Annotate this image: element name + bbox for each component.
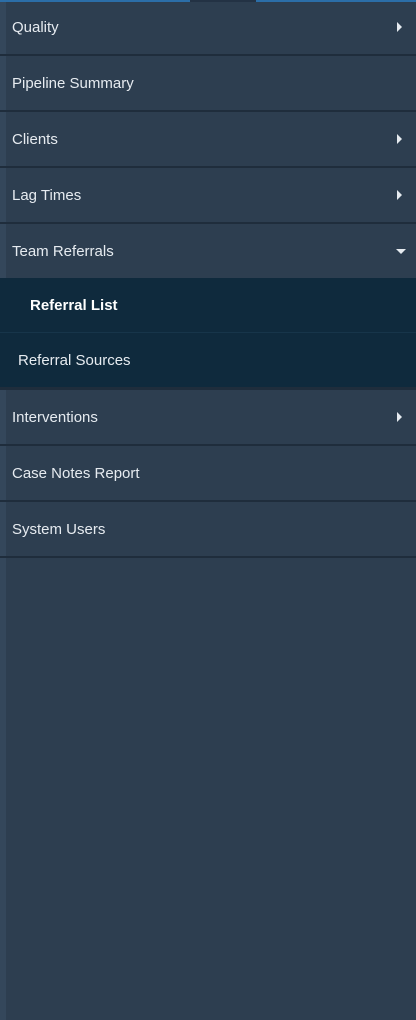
menu-item-interventions[interactable]: Interventions xyxy=(0,390,416,446)
menu-item-team-referrals[interactable]: Team Referrals xyxy=(0,224,416,278)
submenu-item-label: Referral List xyxy=(30,296,118,314)
submenu-item-referral-sources[interactable]: Referral Sources xyxy=(0,333,416,387)
menu-item-case-notes-report[interactable]: Case Notes Report xyxy=(0,446,416,502)
menu-item-lag-times[interactable]: Lag Times xyxy=(0,168,416,224)
menu-item-label: Pipeline Summary xyxy=(12,74,134,92)
caret-down-icon xyxy=(396,249,406,254)
caret-right-icon xyxy=(397,22,402,32)
sidebar-menu: Quality Pipeline Summary Clients Lag Tim… xyxy=(0,0,416,558)
menu-item-clients[interactable]: Clients xyxy=(0,112,416,168)
menu-item-label: Clients xyxy=(12,130,58,148)
submenu-item-label: Referral Sources xyxy=(18,351,131,369)
menu-item-label: Interventions xyxy=(12,408,98,426)
team-referrals-submenu: Referral List Referral Sources xyxy=(0,278,416,387)
menu-item-label: Team Referrals xyxy=(12,242,114,260)
caret-right-icon xyxy=(397,134,402,144)
menu-item-quality[interactable]: Quality xyxy=(0,0,416,56)
caret-right-icon xyxy=(397,412,402,422)
menu-item-system-users[interactable]: System Users xyxy=(0,502,416,558)
submenu-item-referral-list[interactable]: Referral List xyxy=(0,278,416,333)
menu-item-label: Quality xyxy=(12,18,59,36)
menu-item-pipeline-summary[interactable]: Pipeline Summary xyxy=(0,56,416,112)
menu-item-label: Case Notes Report xyxy=(12,464,140,482)
sidebar-nav: Quality Pipeline Summary Clients Lag Tim… xyxy=(0,0,416,1020)
menu-item-label: Lag Times xyxy=(12,186,82,204)
menu-item-label: System Users xyxy=(12,520,106,538)
caret-right-icon xyxy=(397,190,402,200)
